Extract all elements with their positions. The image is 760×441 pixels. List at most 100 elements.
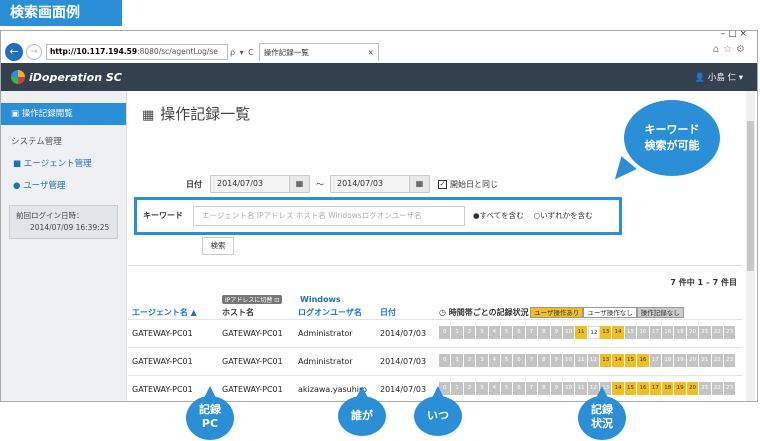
- hour-cell[interactable]: 8: [538, 326, 551, 339]
- hour-cell[interactable]: 17: [649, 326, 663, 339]
- hour-cell[interactable]: 6: [513, 382, 526, 395]
- hour-cell[interactable]: 23: [723, 354, 737, 367]
- ip-toggle-badge[interactable]: IPアドレスに切替 ⊡: [222, 295, 283, 304]
- hour-cell[interactable]: 11: [575, 382, 588, 395]
- forward-button[interactable]: →: [26, 44, 42, 60]
- table-row[interactable]: GATEWAY-PC01 GATEWAY-PC01 Administrator 201…: [128, 347, 742, 374]
- hour-cell[interactable]: 2: [463, 354, 477, 367]
- hour-cell[interactable]: 7: [525, 354, 539, 367]
- hour-cell[interactable]: 10: [562, 382, 576, 395]
- hour-cell[interactable]: 11: [575, 354, 588, 367]
- hour-cell[interactable]: 1: [451, 382, 464, 395]
- hour-cell[interactable]: 21: [699, 326, 712, 339]
- home-star-gear-icons[interactable]: ⌂☆⚙: [713, 44, 749, 55]
- hour-cell[interactable]: 2: [463, 382, 477, 395]
- hour-cell[interactable]: 14: [612, 354, 625, 367]
- header-date[interactable]: 日付: [380, 307, 396, 318]
- calendar-icon[interactable]: ▦: [410, 175, 430, 193]
- hour-cell[interactable]: 19: [674, 326, 687, 339]
- hour-cell[interactable]: 3: [476, 354, 489, 367]
- hour-cell[interactable]: 14: [612, 382, 625, 395]
- date-to-input[interactable]: 2014/07/03: [330, 175, 410, 193]
- header-agent[interactable]: エージェント名 ▲: [132, 307, 197, 318]
- hour-cell[interactable]: 0: [439, 326, 452, 339]
- hour-cell[interactable]: 17: [649, 382, 663, 395]
- hour-cell[interactable]: 15: [624, 382, 638, 395]
- hour-cell[interactable]: 19: [674, 354, 687, 367]
- sidebar-item-user[interactable]: ● ユーザ管理: [1, 179, 126, 191]
- hour-cell[interactable]: 15: [624, 326, 638, 339]
- hour-cell[interactable]: 6: [513, 326, 526, 339]
- radio-match-any[interactable]: ○いずれかを含む: [534, 210, 593, 221]
- hour-cell[interactable]: 16: [637, 354, 650, 367]
- hour-cell[interactable]: 18: [662, 354, 675, 367]
- same-day-checkbox[interactable]: ✓: [438, 179, 447, 189]
- hour-cell[interactable]: 14: [612, 326, 625, 339]
- hour-cell[interactable]: 22: [711, 326, 724, 339]
- browser-tab[interactable]: 操作記録一覧 ×: [258, 43, 379, 61]
- hour-cell[interactable]: 21: [699, 354, 712, 367]
- hour-cell[interactable]: 18: [662, 382, 675, 395]
- hour-cell[interactable]: 12: [587, 326, 601, 339]
- hour-cell[interactable]: 0: [439, 354, 452, 367]
- hour-cell[interactable]: 10: [562, 354, 576, 367]
- sidebar-item-operation-log[interactable]: ▣ 操作記録閲覧: [1, 103, 126, 125]
- hour-cell[interactable]: 21: [699, 382, 712, 395]
- hour-cell[interactable]: 20: [686, 382, 700, 395]
- hour-cell[interactable]: 7: [525, 382, 539, 395]
- search-button[interactable]: 検索: [202, 237, 234, 255]
- hour-cell[interactable]: 16: [637, 326, 650, 339]
- scroll-thumb[interactable]: [747, 121, 754, 271]
- keyword-input[interactable]: エージェント名 IPアドレス ホスト名 Windowsログオンユーザ名: [193, 206, 465, 226]
- header-user-line2[interactable]: ログオンユーザ名: [298, 307, 362, 318]
- hour-cell[interactable]: 23: [723, 326, 737, 339]
- calendar-icon[interactable]: ▦: [290, 175, 310, 193]
- hour-cell[interactable]: 7: [525, 326, 539, 339]
- window-controls[interactable]: – □ ×: [721, 31, 747, 39]
- hour-cell[interactable]: 13: [600, 354, 613, 367]
- hour-cell[interactable]: 23: [723, 382, 737, 395]
- hour-cell[interactable]: 22: [711, 382, 724, 395]
- hour-cell[interactable]: 4: [488, 354, 501, 367]
- scrollbar[interactable]: [746, 91, 755, 401]
- hour-cell[interactable]: 9: [550, 326, 563, 339]
- close-icon[interactable]: ×: [367, 44, 373, 61]
- hour-cell[interactable]: 5: [500, 354, 514, 367]
- divider: [128, 265, 742, 266]
- hour-cell[interactable]: 4: [488, 326, 501, 339]
- user-menu[interactable]: 👤 小島 仁 ▾: [695, 71, 743, 83]
- hour-cell[interactable]: 6: [513, 354, 526, 367]
- table-row[interactable]: GATEWAY-PC01 GATEWAY-PC01 Administrator 201…: [128, 319, 742, 346]
- header-user-line1[interactable]: Windows: [300, 295, 341, 304]
- hour-cell[interactable]: 9: [550, 382, 563, 395]
- radio-match-all[interactable]: ●すべてを含む: [473, 210, 524, 221]
- hour-cell[interactable]: 8: [538, 354, 551, 367]
- hour-cell[interactable]: 5: [500, 382, 514, 395]
- hour-cell[interactable]: 2: [463, 326, 477, 339]
- hour-cell[interactable]: 16: [637, 382, 650, 395]
- hour-cell[interactable]: 15: [624, 354, 638, 367]
- hour-cell[interactable]: 9: [550, 354, 563, 367]
- hour-cell[interactable]: 3: [476, 382, 489, 395]
- hour-cell[interactable]: 13: [600, 326, 613, 339]
- hour-cell[interactable]: 20: [686, 326, 700, 339]
- hour-cell[interactable]: 20: [686, 354, 700, 367]
- hour-cell[interactable]: 18: [662, 326, 675, 339]
- url-input[interactable]: http://10.117.194.59:8080/sc/agentLog/se: [46, 44, 228, 60]
- sidebar-item-agent[interactable]: ■ エージェント管理: [1, 157, 126, 169]
- hour-cell[interactable]: 12: [587, 354, 601, 367]
- hour-cell[interactable]: 17: [649, 354, 663, 367]
- hour-cell[interactable]: 4: [488, 382, 501, 395]
- date-from-input[interactable]: 2014/07/03: [210, 175, 290, 193]
- hour-cell[interactable]: 10: [562, 326, 576, 339]
- hour-cell[interactable]: 19: [674, 382, 687, 395]
- back-button[interactable]: ←: [5, 43, 23, 61]
- hour-cell[interactable]: 11: [575, 326, 588, 339]
- hour-cell[interactable]: 1: [451, 354, 464, 367]
- hour-cell[interactable]: 22: [711, 354, 724, 367]
- hour-cell[interactable]: 3: [476, 326, 489, 339]
- hour-cell[interactable]: 1: [451, 326, 464, 339]
- hour-cell[interactable]: 8: [538, 382, 551, 395]
- hour-cell[interactable]: 5: [500, 326, 514, 339]
- url-search-icon[interactable]: ρ ▾ C: [230, 48, 255, 57]
